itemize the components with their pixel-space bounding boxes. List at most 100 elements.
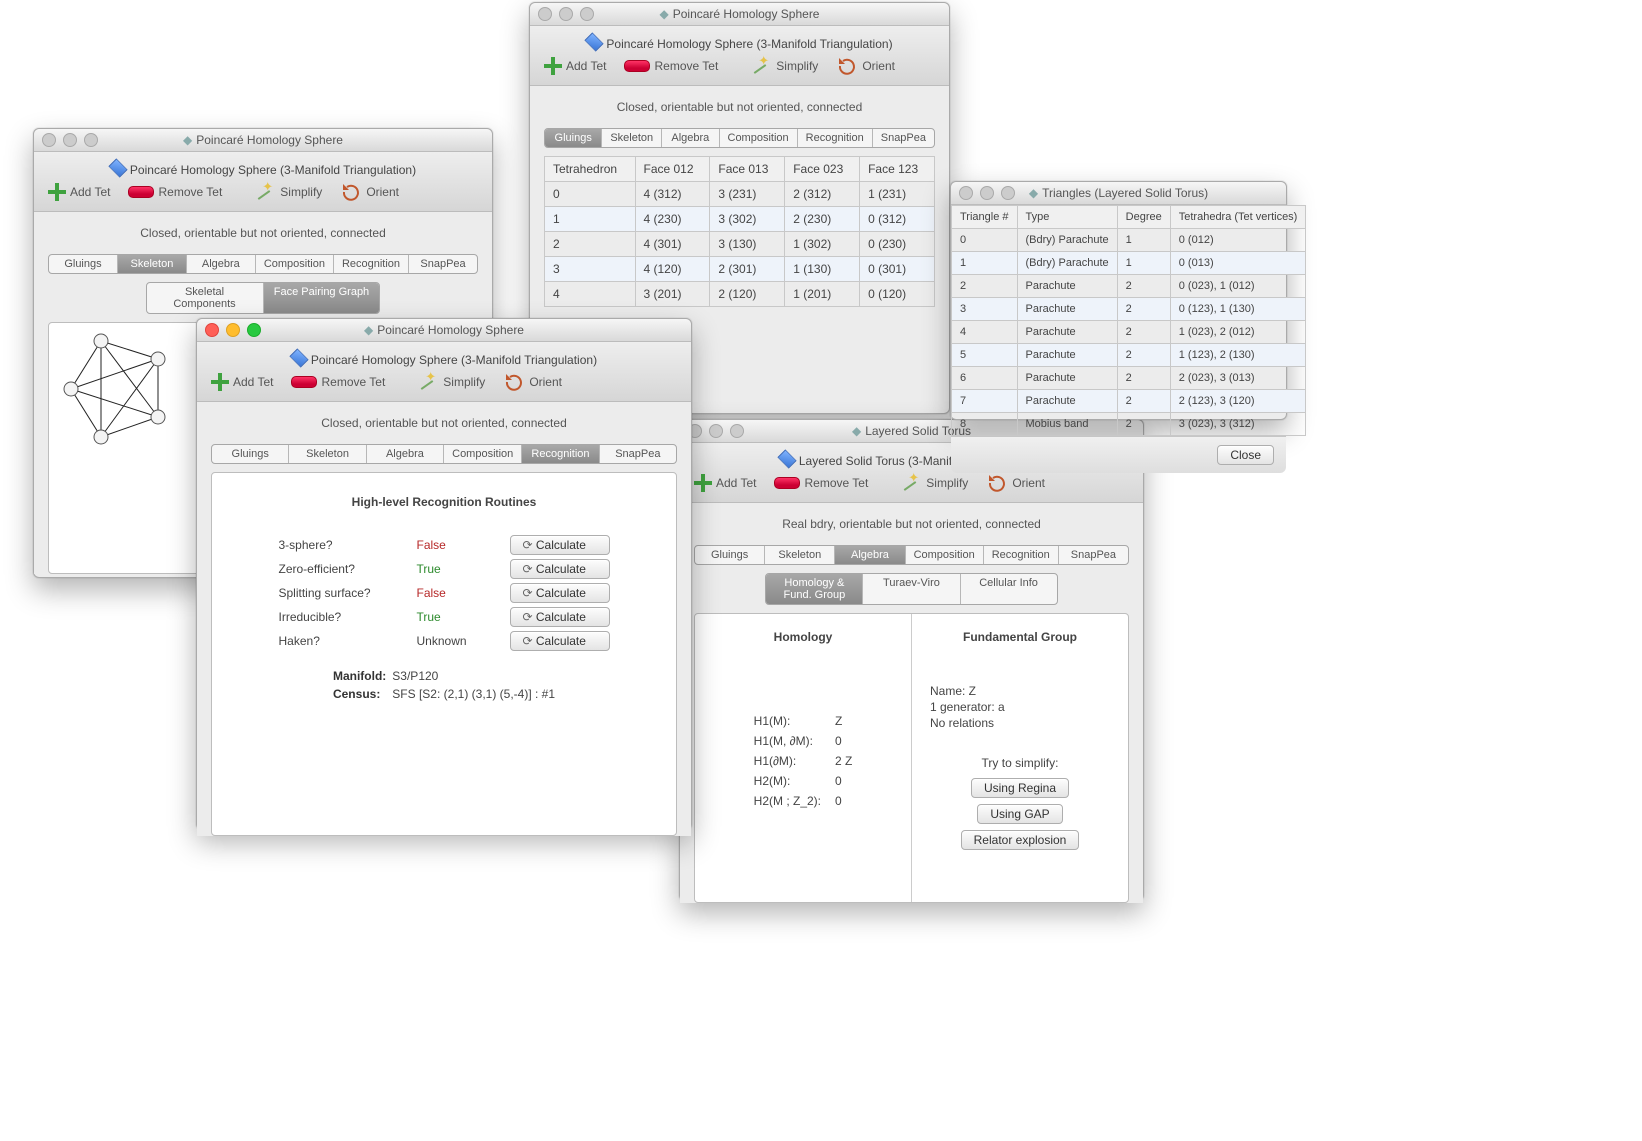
orient-button[interactable]: Orient <box>836 55 895 77</box>
tab-gluings[interactable]: Gluings <box>695 546 765 564</box>
table-row[interactable]: 34 (120)2 (301)1 (130)0 (301) <box>545 257 935 282</box>
titlebar[interactable]: ◆Poincaré Homology Sphere <box>530 3 949 26</box>
table-row[interactable]: 43 (201)2 (120)1 (201)0 (120) <box>545 282 935 307</box>
remove-tet-button[interactable]: Remove Tet <box>291 375 385 389</box>
simplify-button[interactable]: Simplify <box>900 472 968 494</box>
zoom-icon[interactable] <box>1001 186 1015 200</box>
tab-skeleton[interactable]: Skeleton <box>289 445 366 463</box>
calculate-button[interactable]: Calculate <box>510 607 610 627</box>
subtab-cellular[interactable]: Cellular Info <box>961 574 1057 604</box>
table-row[interactable]: 8Mobius band23 (023), 3 (312) <box>952 413 1306 436</box>
orient-button[interactable]: Orient <box>503 371 562 393</box>
tab-composition[interactable]: Composition <box>444 445 522 463</box>
table-row[interactable]: 4Parachute21 (023), 2 (012) <box>952 321 1306 344</box>
recognition-label: Irreducible? <box>279 610 409 624</box>
relator-explosion-button[interactable]: Relator explosion <box>961 830 1080 850</box>
status-text: Closed, orientable but not oriented, con… <box>530 86 949 128</box>
add-tet-button[interactable]: Add Tet <box>48 183 110 201</box>
tab-gluings[interactable]: Gluings <box>49 255 118 273</box>
simplify-regina-button[interactable]: Using Regina <box>971 778 1069 798</box>
remove-tet-button[interactable]: Remove Tet <box>128 185 222 199</box>
table-row[interactable]: 3Parachute20 (123), 1 (130) <box>952 298 1306 321</box>
minimize-icon[interactable] <box>559 7 573 21</box>
simplify-button[interactable]: Simplify <box>750 55 818 77</box>
subtab-turaev[interactable]: Turaev-Viro <box>863 574 960 604</box>
tab-snappea[interactable]: SnapPea <box>1059 546 1128 564</box>
calculate-button[interactable]: Calculate <box>510 559 610 579</box>
remove-tet-button[interactable]: Remove Tet <box>624 59 718 73</box>
table-row[interactable]: 24 (301)3 (130)1 (302)0 (230) <box>545 232 935 257</box>
gluings-table[interactable]: Tetrahedron Face 012 Face 013 Face 023 F… <box>544 156 935 307</box>
recognition-value: False <box>417 586 502 600</box>
orient-button[interactable]: Orient <box>340 181 399 203</box>
add-tet-button[interactable]: Add Tet <box>544 57 606 75</box>
minimize-icon[interactable] <box>63 133 77 147</box>
table-row[interactable]: 04 (312)3 (231)2 (312)1 (231) <box>545 182 935 207</box>
tab-composition[interactable]: Composition <box>906 546 984 564</box>
table-row[interactable]: 0(Bdry) Parachute10 (012) <box>952 229 1306 252</box>
zoom-icon[interactable] <box>580 7 594 21</box>
close-button[interactable]: Close <box>1217 445 1274 465</box>
recognition-value: True <box>417 610 502 624</box>
close-icon[interactable] <box>42 133 56 147</box>
tab-algebra[interactable]: Algebra <box>367 445 444 463</box>
zoom-icon[interactable] <box>247 323 261 337</box>
tab-composition[interactable]: Composition <box>720 129 798 147</box>
simplify-gap-button[interactable]: Using GAP <box>977 804 1062 824</box>
calculate-button[interactable]: Calculate <box>510 631 610 651</box>
tab-skeleton[interactable]: Skeleton <box>118 255 187 273</box>
tab-gluings[interactable]: Gluings <box>545 129 602 147</box>
plus-icon <box>211 373 229 391</box>
titlebar[interactable]: ◆Triangles (Layered Solid Torus) <box>951 182 1286 205</box>
zoom-icon[interactable] <box>730 424 744 438</box>
traffic-lights[interactable] <box>42 133 98 147</box>
titlebar[interactable]: ◆Poincaré Homology Sphere <box>197 319 691 342</box>
wand-icon <box>417 371 439 393</box>
triangles-table[interactable]: Triangle # Type Degree Tetrahedra (Tet v… <box>951 205 1306 436</box>
app-icon: ◆ <box>1029 182 1038 204</box>
tab-algebra[interactable]: Algebra <box>187 255 256 273</box>
orient-button[interactable]: Orient <box>986 472 1045 494</box>
table-row[interactable]: 2Parachute20 (023), 1 (012) <box>952 275 1306 298</box>
tab-algebra[interactable]: Algebra <box>835 546 905 564</box>
algebra-panel: Homology H1(M):ZH1(M, ∂M):0H1(∂M):2 ZH2(… <box>694 613 1129 903</box>
tab-recognition[interactable]: Recognition <box>334 255 409 273</box>
tab-skeleton[interactable]: Skeleton <box>765 546 835 564</box>
calculate-button[interactable]: Calculate <box>510 535 610 555</box>
calculate-button[interactable]: Calculate <box>510 583 610 603</box>
tab-gluings[interactable]: Gluings <box>212 445 289 463</box>
minimize-icon[interactable] <box>980 186 994 200</box>
table-row[interactable]: 5Parachute21 (123), 2 (130) <box>952 344 1306 367</box>
minimize-icon[interactable] <box>709 424 723 438</box>
tab-algebra[interactable]: Algebra <box>662 129 719 147</box>
subtab-face-pairing[interactable]: Face Pairing Graph <box>264 283 380 313</box>
tab-snappea[interactable]: SnapPea <box>873 129 934 147</box>
table-row[interactable]: 7Parachute22 (123), 3 (120) <box>952 390 1306 413</box>
simplify-button[interactable]: Simplify <box>254 181 322 203</box>
homology-label: H1(M, ∂M): <box>754 734 821 748</box>
table-row[interactable]: 1(Bdry) Parachute10 (013) <box>952 252 1306 275</box>
titlebar[interactable]: ◆Poincaré Homology Sphere <box>34 129 492 152</box>
tab-snappea[interactable]: SnapPea <box>600 445 676 463</box>
add-tet-button[interactable]: Add Tet <box>694 474 756 492</box>
remove-tet-button[interactable]: Remove Tet <box>774 476 868 490</box>
subtab-skeletal-components[interactable]: Skeletal Components <box>147 283 264 313</box>
tab-skeleton[interactable]: Skeleton <box>602 129 662 147</box>
recognition-heading: High-level Recognition Routines <box>352 495 537 509</box>
tab-recognition[interactable]: Recognition <box>522 445 599 463</box>
close-icon[interactable] <box>538 7 552 21</box>
col-face013: Face 013 <box>710 157 785 182</box>
tab-recognition[interactable]: Recognition <box>798 129 873 147</box>
simplify-button[interactable]: Simplify <box>417 371 485 393</box>
zoom-icon[interactable] <box>84 133 98 147</box>
minimize-icon[interactable] <box>226 323 240 337</box>
tab-snappea[interactable]: SnapPea <box>409 255 477 273</box>
close-icon[interactable] <box>205 323 219 337</box>
tab-composition[interactable]: Composition <box>256 255 334 273</box>
close-icon[interactable] <box>959 186 973 200</box>
add-tet-button[interactable]: Add Tet <box>211 373 273 391</box>
table-row[interactable]: 6Parachute22 (023), 3 (013) <box>952 367 1306 390</box>
tab-recognition[interactable]: Recognition <box>984 546 1059 564</box>
table-row[interactable]: 14 (230)3 (302)2 (230)0 (312) <box>545 207 935 232</box>
subtab-homology[interactable]: Homology & Fund. Group <box>766 574 863 604</box>
